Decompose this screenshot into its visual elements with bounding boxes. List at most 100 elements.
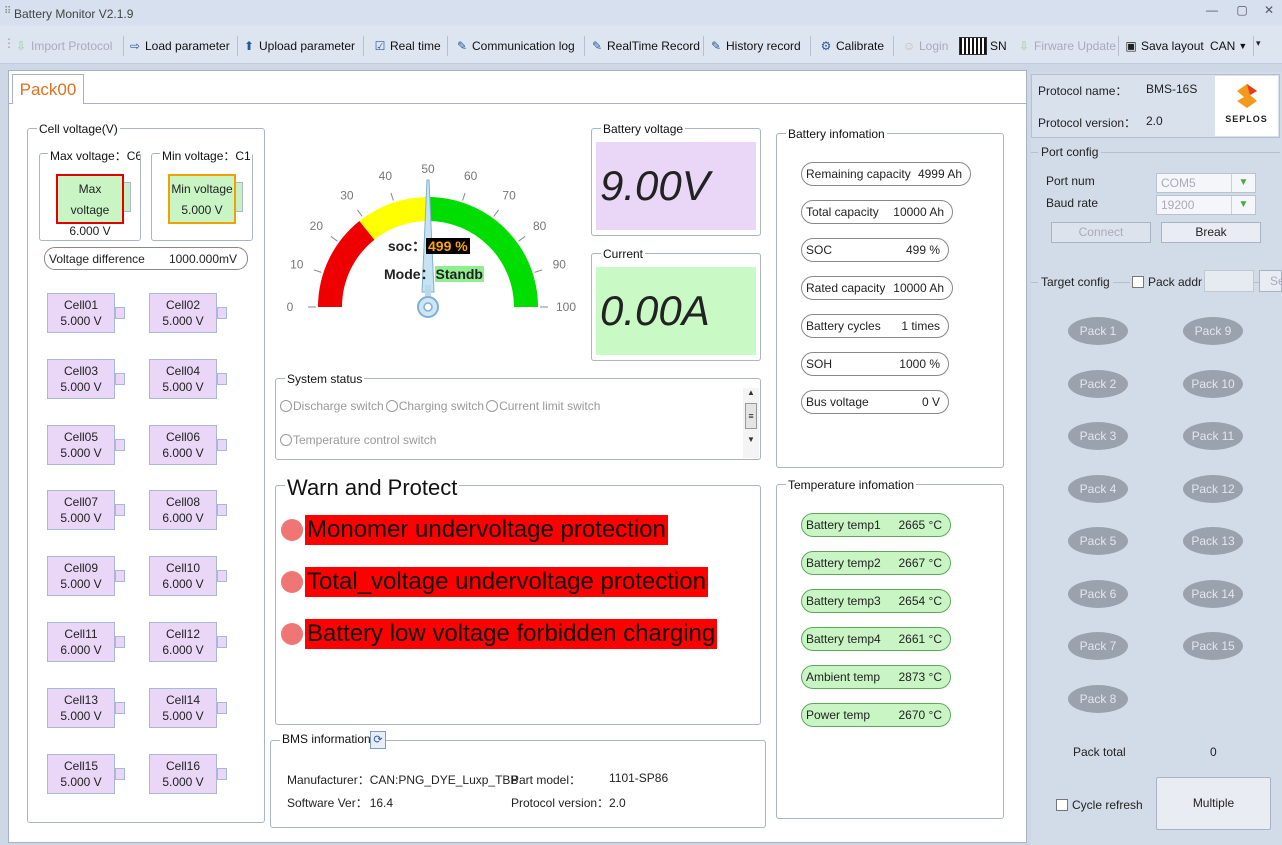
discharge-switch-radio[interactable]: Discharge switch [280,397,384,415]
chevron-down-icon: ▼ [1231,196,1255,214]
info-value: 4999 Ah [917,167,962,181]
bms-protocol-value: 2.0 [609,796,626,810]
cell-cell05: Cell05 5.000 V [47,424,115,465]
manufacturer-value: CAN:PNG_DYE_Luxp_TBB [369,773,519,787]
connect-button[interactable]: Connect [1051,222,1151,243]
login-button[interactable]: ☺ Login [902,37,949,55]
cell-name: Cell01 [63,298,99,312]
seplos-logo-text: SEPLOS [1225,114,1268,124]
communication-log-button[interactable]: ✎ Communication log [455,37,575,55]
software-value: 16.4 [369,796,394,810]
upload-parameter-button[interactable]: ⬆ Upload parameter [242,37,355,55]
current-label: Current [601,247,646,261]
cell-cell09: Cell09 5.000 V [47,556,115,597]
firmware-update-button[interactable]: ⇩ Firware Update [1017,37,1116,55]
pack-button[interactable]: Pack 13 [1183,527,1243,555]
save-layout-button[interactable]: ▣ Sava layout [1124,37,1203,55]
tab-pack00[interactable]: Pack00 [12,74,84,104]
import-protocol-button[interactable]: ⇩ Import Protocol [14,37,112,55]
chevron-down-icon: ▼ [1238,41,1248,51]
cell-voltage-label: Cell voltage(V) [37,122,120,136]
mode-readout: Mode：Standb [374,264,484,284]
battery-info-item: Bus voltage 0 V [801,390,949,414]
scroll-down-icon[interactable]: ▼ [743,435,759,444]
cell-voltage: 5.000 V [60,708,102,723]
cell-terminal [115,636,125,648]
scroll-thumb[interactable]: ≡ [745,403,757,429]
realtime-record-button[interactable]: ✎ RealTime Record [590,37,700,55]
minimize-icon[interactable]: — [1200,3,1224,23]
pack-addr-input[interactable] [1204,270,1254,292]
warn-item: Monomer undervoltage protection [281,514,717,546]
pack-button[interactable]: Pack 4 [1068,474,1128,503]
warn-item: Total_voltage undervoltage protection [281,566,717,598]
temp-value: 2670 °C [898,708,943,722]
current-limit-switch-radio[interactable]: Current limit switch [486,397,600,415]
system-status-scrollbar[interactable]: ▲ ≡ ▼ [743,388,759,458]
pack-button[interactable]: Pack 8 [1068,684,1128,713]
baud-rate-select[interactable]: 19200 ▼ [1156,195,1256,215]
cell-voltage: 5.000 V [60,314,102,328]
maximize-icon[interactable]: ▢ [1230,3,1254,23]
pack-addr-checkbox[interactable]: Pack addr [1130,275,1205,289]
calibrate-button[interactable]: ⚙ Calibrate [819,37,884,55]
sn-button[interactable]: SN [959,37,1007,55]
gauge-tick-label: 90 [553,257,567,271]
temperature-switch-label: Temperature control switch [293,433,437,447]
cycle-refresh-checkbox[interactable]: Cycle refresh [1056,798,1143,812]
multiple-button[interactable]: Multiple [1156,777,1271,830]
cell-cell11: Cell11 6.000 V [47,622,115,662]
temp-label: Ambient temp [806,670,881,684]
info-label: Rated capacity [806,281,886,295]
pack-button[interactable]: Pack 2 [1068,369,1128,398]
pack-button[interactable]: Pack 12 [1183,474,1243,503]
can-dropdown[interactable]: CAN ▼ [1210,37,1247,55]
temperature-control-switch-radio[interactable]: Temperature control switch [280,433,436,447]
real-time-button[interactable]: ☑ Real time [373,37,441,55]
firmware-label: Firware Update [1034,39,1117,53]
pack-button[interactable]: Pack 3 [1068,422,1128,450]
gauge-tick-label: 30 [340,188,354,202]
pack-button[interactable]: Pack 5 [1068,527,1128,555]
cell-name: Cell12 [165,627,201,641]
cell-cell04: Cell04 5.000 V [149,358,217,399]
manufacturer-row: Manufacturer：CAN:PNG_DYE_Luxp_TBB [287,771,518,788]
set-button[interactable]: Se [1259,270,1282,292]
cell-voltage: 6.000 V [162,643,204,657]
toolbar-overflow-icon[interactable]: ▾ [1256,38,1261,49]
cell-voltage: 5.000 V [60,445,102,460]
temperature-item: Battery temp2 2667 °C [801,551,951,575]
load-parameter-button[interactable]: ⇨ Load parameter [128,37,230,55]
pack-button[interactable]: Pack 1 [1068,317,1128,345]
battery-info-item: Battery cycles 1 times [801,314,949,338]
gauge-tick-label: 40 [379,169,393,183]
warn-text: Battery low voltage forbidden charging [305,619,718,649]
temp-label: Battery temp4 [806,632,881,646]
pack-button[interactable]: Pack 9 [1183,317,1243,345]
pack-button[interactable]: Pack 11 [1183,422,1243,450]
pack-button[interactable]: Pack 6 [1068,579,1128,608]
cell-name: Cell09 [63,561,99,576]
temperature-item: Battery temp4 2661 °C [801,627,951,651]
port-num-select[interactable]: COM5 ▼ [1156,173,1256,193]
cell-name: Cell11 [64,627,98,641]
cell-name: Cell14 [165,692,201,707]
pack-button[interactable]: Pack 14 [1183,579,1243,608]
info-label: SOC [806,243,833,257]
history-record-button[interactable]: ✎ History record [709,37,801,55]
separator [584,36,585,56]
refresh-icon[interactable]: ⟳ [370,731,386,749]
pack-button[interactable]: Pack 10 [1183,369,1243,398]
battery-voltage-value: 9.00V [596,142,756,230]
break-button[interactable]: Break [1161,222,1261,243]
battery-info-item: SOH 1000 % [801,352,949,376]
charging-switch-radio[interactable]: Charging switch [385,397,484,415]
close-icon[interactable]: ✕ [1257,3,1281,23]
temp-label: Battery temp3 [806,594,881,608]
pack-button[interactable]: Pack 15 [1183,632,1243,660]
cell-voltage: 5.000 V [162,379,204,394]
pack-total-label: Pack total [1073,745,1126,759]
protocol-version-value: 2.0 [1146,114,1163,128]
scroll-up-icon[interactable]: ▲ [743,388,759,397]
pack-button[interactable]: Pack 7 [1068,632,1128,660]
